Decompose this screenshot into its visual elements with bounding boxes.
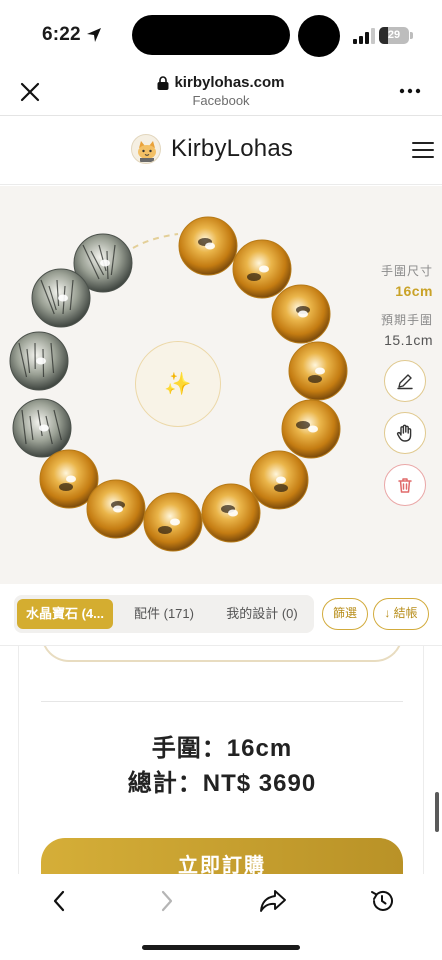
sparkle-center-button[interactable]: ✨ — [135, 341, 221, 427]
buy-now-button[interactable]: 立即訂購 — [41, 838, 403, 876]
lock-icon — [157, 75, 169, 90]
back-button[interactable] — [44, 886, 74, 916]
bead[interactable] — [249, 450, 309, 510]
category-tab-bar: 水晶寶石 (4... 配件 (171) 我的設計 (0) 篩選 ↓ 結帳 — [0, 584, 442, 646]
wrist-info: 手圍尺寸 16cm 預期手圍 15.1cm — [355, 262, 433, 348]
bead[interactable] — [178, 216, 238, 276]
sparkle-icon: ✨ — [164, 371, 192, 396]
history-button[interactable] — [367, 886, 397, 916]
bead[interactable] — [86, 479, 146, 539]
segmented-tabs: 水晶寶石 (4... 配件 (171) 我的設計 (0) — [14, 595, 314, 633]
browser-bottom-nav — [0, 874, 442, 960]
location-arrow-icon — [87, 28, 101, 42]
bead[interactable] — [232, 239, 292, 299]
home-indicator — [142, 945, 300, 950]
bead-gap-guide — [132, 233, 179, 249]
dynamic-island — [132, 15, 290, 55]
page: 6:22 29 kirbylohas.com Facebook KirbyLoh… — [0, 0, 442, 960]
browser-bar: kirbylohas.com Facebook — [0, 66, 442, 116]
checkout-button[interactable]: ↓ 結帳 — [373, 598, 429, 630]
share-icon — [260, 890, 286, 912]
history-icon — [371, 890, 393, 911]
total-price: 總計：NT$ 3690 — [127, 770, 317, 797]
url-line: kirbylohas.com — [121, 74, 321, 91]
card-edge — [41, 646, 403, 662]
hand-icon — [396, 424, 412, 442]
bead[interactable] — [201, 483, 261, 543]
tab-my-designs[interactable]: 我的設計 (0) — [214, 599, 310, 629]
bracelet-canvas[interactable] — [0, 186, 442, 584]
bead[interactable] — [281, 399, 341, 459]
expected-wrist-value: 15.1cm — [384, 332, 433, 348]
tab-accessories[interactable]: 配件 (171) — [118, 599, 210, 629]
url-display[interactable]: kirbylohas.com Facebook — [121, 74, 321, 108]
back-icon — [53, 890, 65, 912]
battery-level: 29 — [387, 29, 401, 41]
tab-crystals[interactable]: 水晶寶石 (4... — [17, 599, 113, 629]
more-icon[interactable] — [398, 83, 422, 99]
bead[interactable] — [288, 341, 348, 401]
url-domain: kirbylohas.com — [174, 74, 285, 91]
hamburger-menu-icon[interactable] — [412, 140, 434, 160]
site-header: KirbyLohas — [0, 117, 442, 185]
edit-button[interactable] — [384, 360, 426, 402]
wrist-size-label: 手圍尺寸 — [380, 264, 433, 278]
close-icon[interactable] — [18, 80, 42, 104]
signal-icon — [353, 28, 375, 44]
status-bar: 6:22 29 — [0, 0, 442, 66]
share-button[interactable] — [258, 886, 288, 916]
status-time: 6:22 — [42, 24, 81, 45]
forward-button[interactable] — [152, 886, 182, 916]
camera-dot — [298, 15, 340, 57]
bead[interactable] — [271, 284, 331, 344]
order-summary: 手圍：16cm 總計：NT$ 3690 立即訂購 — [18, 646, 424, 876]
divider — [41, 701, 403, 702]
brand-name: KirbyLohas — [171, 135, 294, 162]
battery-icon: 29 — [379, 27, 409, 44]
wrist-size-summary: 手圍：16cm — [151, 735, 293, 762]
brand[interactable]: KirbyLohas — [131, 134, 293, 164]
bead[interactable] — [9, 331, 69, 391]
bead[interactable] — [143, 492, 203, 552]
url-source: Facebook — [192, 93, 250, 108]
scrollbar-thumb[interactable] — [435, 792, 439, 832]
delete-button[interactable] — [384, 464, 426, 506]
logo-icon — [131, 134, 161, 164]
wrist-size-value: 16cm — [395, 283, 433, 299]
trash-icon — [398, 478, 412, 493]
bead[interactable] — [31, 268, 91, 328]
battery-cap — [410, 32, 413, 39]
forward-icon — [161, 890, 173, 912]
filter-button[interactable]: 篩選 — [322, 598, 368, 630]
bracelet-designer: ✨ 手圍尺寸 16cm 預期手圍 15.1cm — [0, 186, 442, 584]
bead[interactable] — [12, 398, 72, 458]
pan-button[interactable] — [384, 412, 426, 454]
expected-wrist-label: 預期手圍 — [380, 313, 433, 327]
edit-icon — [397, 374, 413, 390]
